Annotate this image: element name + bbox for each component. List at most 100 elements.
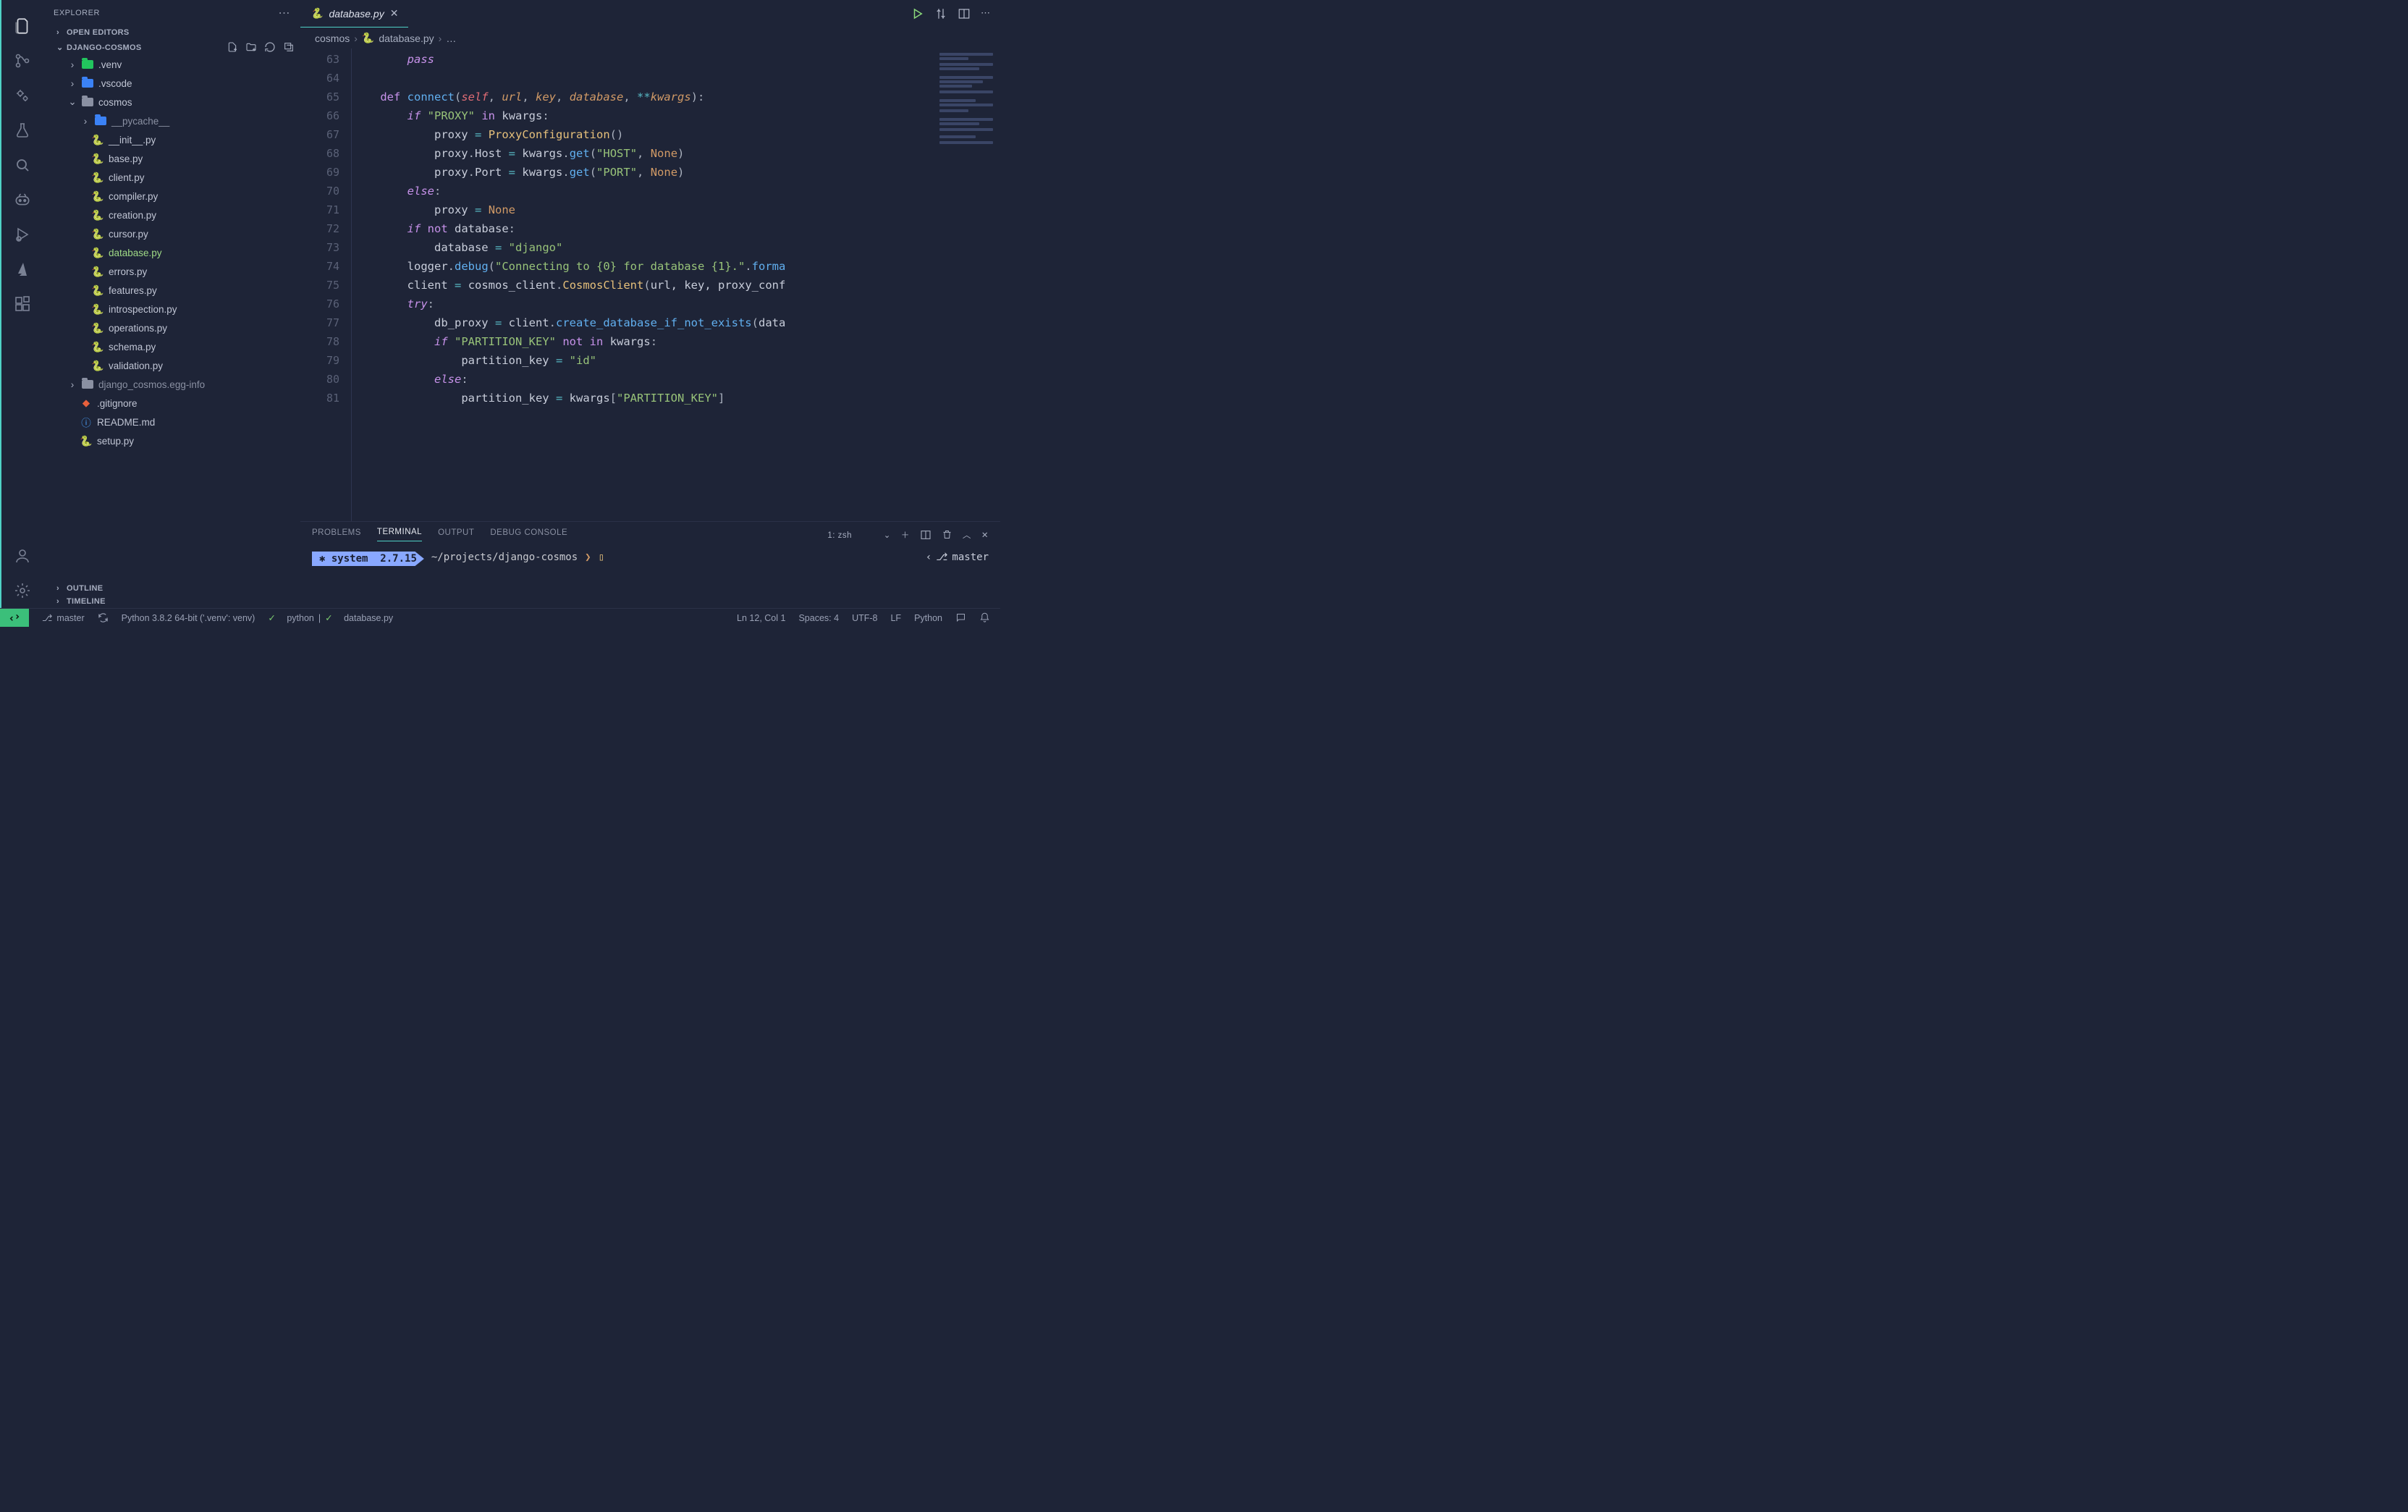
bottom-panel: PROBLEMS TERMINAL OUTPUT DEBUG CONSOLE 1… — [300, 521, 1000, 608]
tree-file-validation[interactable]: 🐍validation.py — [43, 356, 300, 375]
tree-label: validation.py — [109, 360, 163, 371]
compare-changes-icon[interactable] — [934, 7, 947, 20]
minimap[interactable] — [935, 48, 1000, 521]
sync-icon[interactable] — [98, 612, 109, 623]
breadcrumb-ellipsis[interactable]: … — [446, 33, 456, 44]
file-tree: ›.venv ›.vscode ⌄cosmos ›__pycache__ 🐍__… — [43, 55, 300, 582]
python-interpreter[interactable]: Python 3.8.2 64-bit ('.venv': venv) — [122, 613, 255, 623]
tree-file-creation[interactable]: 🐍creation.py — [43, 206, 300, 224]
output-tab[interactable]: OUTPUT — [438, 528, 474, 541]
tree-label: creation.py — [109, 210, 156, 221]
python-file-icon: 🐍 — [362, 32, 374, 44]
more-actions-icon[interactable]: ⋯ — [981, 7, 990, 20]
tree-label: schema.py — [109, 342, 156, 352]
eol-status[interactable]: LF — [890, 613, 901, 623]
terminal-tab[interactable]: TERMINAL — [377, 528, 422, 541]
timeline-label: TIMELINE — [67, 597, 106, 606]
tree-folder-egginfo[interactable]: ›django_cosmos.egg-info — [43, 375, 300, 394]
collapse-all-icon[interactable] — [283, 41, 295, 53]
tree-file-init[interactable]: 🐍__init__.py — [43, 130, 300, 149]
tree-file-setup[interactable]: 🐍setup.py — [43, 431, 300, 450]
close-tab-icon[interactable]: ✕ — [390, 7, 399, 20]
tree-label: operations.py — [109, 323, 167, 334]
breadcrumb-folder[interactable]: cosmos — [315, 33, 350, 44]
debug-console-tab[interactable]: DEBUG CONSOLE — [490, 528, 567, 541]
copilot-icon[interactable] — [5, 182, 40, 217]
tree-file-cursor[interactable]: 🐍cursor.py — [43, 224, 300, 243]
tree-label: __pycache__ — [111, 116, 169, 127]
new-folder-icon[interactable] — [245, 41, 257, 53]
tree-folder-venv[interactable]: ›.venv — [43, 55, 300, 74]
tree-file-operations[interactable]: 🐍operations.py — [43, 318, 300, 337]
tree-file-gitignore[interactable]: ◆.gitignore — [43, 394, 300, 413]
tree-file-database[interactable]: 🐍database.py — [43, 243, 300, 262]
lint-status[interactable]: ✓ python | ✓ database.py — [268, 612, 393, 623]
split-editor-icon[interactable] — [958, 7, 971, 20]
tree-file-features[interactable]: 🐍features.py — [43, 281, 300, 300]
tab-database[interactable]: 🐍 database.py ✕ — [300, 0, 408, 28]
language-mode[interactable]: Python — [914, 613, 942, 623]
cursor-position[interactable]: Ln 12, Col 1 — [737, 613, 785, 623]
outline-section[interactable]: ›OUTLINE — [43, 582, 300, 595]
project-section[interactable]: ⌄DJANGO-COSMOS — [43, 39, 300, 55]
account-icon[interactable] — [5, 539, 40, 573]
azure-icon[interactable] — [5, 252, 40, 287]
tree-label: .venv — [98, 59, 122, 70]
open-editors-section[interactable]: ›OPEN EDITORS — [43, 26, 300, 39]
breadcrumb-file[interactable]: database.py — [379, 33, 434, 44]
extensions-icon[interactable] — [5, 287, 40, 321]
tree-label: .gitignore — [97, 398, 138, 409]
encoding-status[interactable]: UTF-8 — [852, 613, 877, 623]
new-terminal-icon[interactable]: ＋ — [901, 529, 910, 541]
close-panel-icon[interactable]: ✕ — [981, 530, 989, 540]
tree-file-errors[interactable]: 🐍errors.py — [43, 262, 300, 281]
code-editor[interactable]: pass def connect(self, url, key, databas… — [351, 48, 935, 521]
line-gutter: 636465 666768 697071 727374 757677 78798… — [300, 48, 351, 521]
tree-file-compiler[interactable]: 🐍compiler.py — [43, 187, 300, 206]
tree-folder-cosmos[interactable]: ⌄cosmos — [43, 93, 300, 111]
explorer-more-icon[interactable]: ⋯ — [279, 6, 291, 20]
tree-folder-pycache[interactable]: ›__pycache__ — [43, 111, 300, 130]
maximize-panel-icon[interactable]: ︿ — [963, 529, 971, 541]
branch-icon: ⎇ — [936, 552, 947, 563]
tree-folder-vscode[interactable]: ›.vscode — [43, 74, 300, 93]
tree-label: .vscode — [98, 78, 132, 89]
tree-label: errors.py — [109, 266, 147, 277]
split-terminal-icon[interactable] — [920, 529, 931, 541]
timeline-section[interactable]: ›TIMELINE — [43, 595, 300, 608]
settings-gear-icon[interactable] — [5, 573, 40, 608]
refresh-icon[interactable] — [264, 41, 276, 53]
tree-file-introspection[interactable]: 🐍introspection.py — [43, 300, 300, 318]
remote-indicator[interactable] — [0, 609, 29, 627]
status-bar: ⎇master Python 3.8.2 64-bit ('.venv': ve… — [0, 608, 1000, 627]
indentation-status[interactable]: Spaces: 4 — [798, 613, 839, 623]
feedback-icon[interactable] — [955, 612, 966, 623]
tab-label: database.py — [329, 8, 384, 20]
explorer-sidebar: EXPLORER ⋯ ›OPEN EDITORS ⌄DJANGO-COSMOS … — [43, 0, 300, 608]
explorer-icon[interactable] — [5, 9, 40, 43]
terminal-selector[interactable]: 1: zsh ⌄ — [827, 530, 891, 540]
beaker-icon[interactable] — [5, 113, 40, 148]
notifications-icon[interactable] — [979, 612, 990, 623]
gears-icon[interactable] — [5, 78, 40, 113]
source-control-icon[interactable] — [5, 43, 40, 78]
git-branch-status[interactable]: ⎇master — [42, 612, 85, 623]
terminal-branch: master — [952, 552, 989, 563]
problems-tab[interactable]: PROBLEMS — [312, 528, 361, 541]
project-label: DJANGO-COSMOS — [67, 43, 142, 52]
open-editors-label: OPEN EDITORS — [67, 28, 130, 37]
activity-bar — [0, 0, 43, 608]
trash-icon[interactable] — [942, 529, 952, 540]
search-icon[interactable] — [5, 148, 40, 182]
run-debug-icon[interactable] — [5, 217, 40, 252]
editor-area: 🐍 database.py ✕ ⋯ cosmos › 🐍 database.py… — [300, 0, 1000, 608]
new-file-icon[interactable] — [227, 41, 238, 53]
breadcrumbs[interactable]: cosmos › 🐍 database.py › … — [300, 28, 1000, 48]
tree-label: database.py — [109, 248, 162, 258]
terminal[interactable]: ✱ system 2.7.15 ~/projects/django-cosmos… — [300, 546, 1000, 608]
tree-file-base[interactable]: 🐍base.py — [43, 149, 300, 168]
run-icon[interactable] — [911, 7, 924, 20]
tree-file-schema[interactable]: 🐍schema.py — [43, 337, 300, 356]
tree-file-readme[interactable]: ⓘREADME.md — [43, 413, 300, 431]
tree-file-client[interactable]: 🐍client.py — [43, 168, 300, 187]
